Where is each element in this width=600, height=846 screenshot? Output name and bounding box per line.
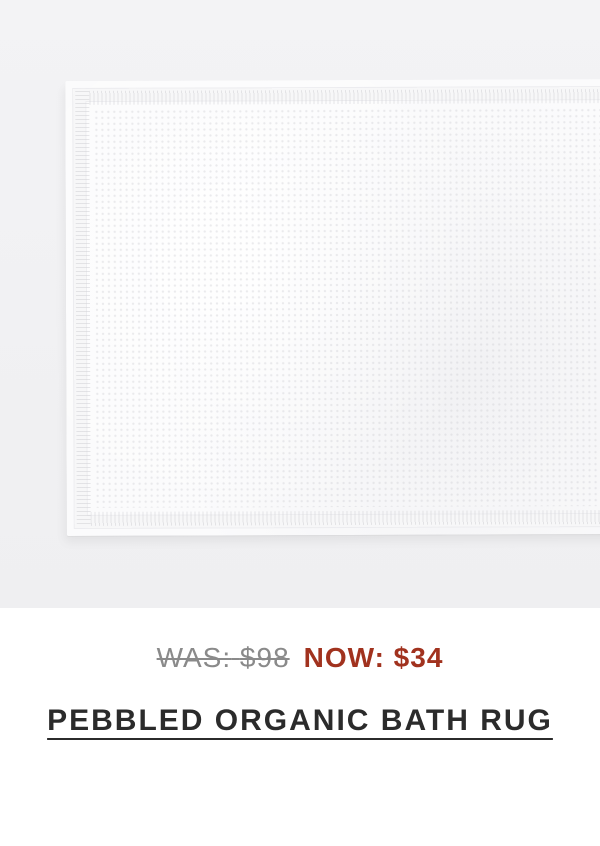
- rug-ribbing-top: [89, 89, 600, 105]
- rug-pebble-texture: [93, 107, 600, 508]
- was-price: WAS: $98: [157, 642, 290, 673]
- rug-ribbing-left: [75, 90, 91, 526]
- rug-ribbing-bottom: [90, 510, 600, 526]
- bath-rug-photo: [65, 79, 600, 536]
- product-title-wrap: PEBBLED ORGANIC BATH RUG: [0, 704, 600, 738]
- now-label: NOW:: [303, 642, 385, 673]
- was-label: WAS:: [156, 642, 232, 673]
- product-card: WAS: $98 NOW: $34 PEBBLED ORGANIC BATH RU…: [0, 0, 600, 846]
- now-amount: $34: [393, 642, 444, 673]
- product-title-link[interactable]: PEBBLED ORGANIC BATH RUG: [47, 704, 553, 737]
- product-image[interactable]: [0, 0, 600, 608]
- now-price: NOW: $34: [304, 642, 444, 673]
- price-row: WAS: $98 NOW: $34: [0, 638, 600, 678]
- was-amount: $98: [239, 642, 290, 673]
